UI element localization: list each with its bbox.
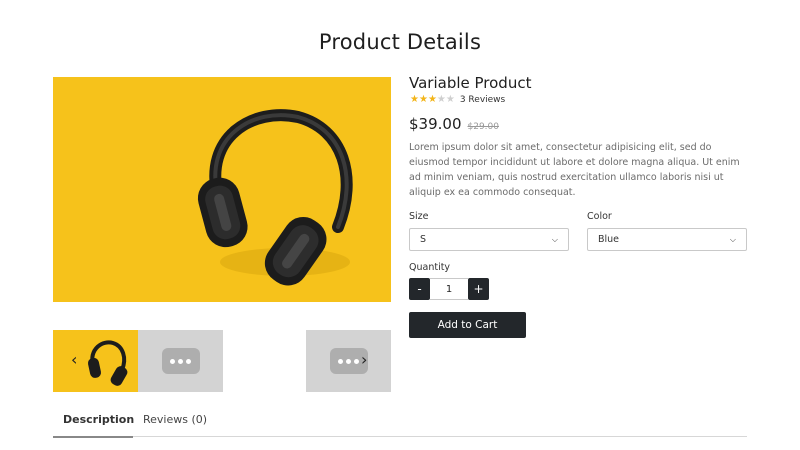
product-rating: ★ ★ ★ ★ ★ 3 Reviews	[410, 95, 505, 106]
tab-description[interactable]: Description	[63, 413, 134, 426]
add-to-cart-button[interactable]: Add to Cart	[409, 312, 526, 338]
product-name: Variable Product	[409, 74, 532, 92]
decrease-quantity-button[interactable]: -	[409, 278, 430, 300]
size-label: Size	[409, 211, 429, 222]
main-product-image[interactable]	[53, 77, 391, 302]
tab-reviews[interactable]: Reviews (0)	[143, 413, 207, 426]
thumbnail-headphones[interactable]: ‹	[53, 330, 138, 392]
product-tabs: Description Reviews (0)	[53, 405, 747, 438]
increase-quantity-button[interactable]: +	[468, 278, 489, 300]
active-tab-indicator	[53, 436, 133, 438]
star-icon: ★	[436, 94, 446, 105]
current-price: $39.00	[409, 115, 462, 133]
thumbnail-carousel: ‹ ›	[53, 330, 391, 392]
old-price: $29.00	[467, 122, 500, 132]
thumbnail-placeholder[interactable]	[138, 330, 223, 392]
star-icon: ★	[410, 94, 419, 105]
size-select[interactable]: S ⌵	[409, 228, 569, 251]
headphones-thumb-image	[53, 330, 138, 392]
headphones-image	[53, 77, 391, 302]
quantity-stepper: - 1 +	[409, 278, 489, 300]
page-title: Product Details	[318, 30, 482, 54]
carousel-prev-icon[interactable]: ‹	[71, 352, 77, 368]
quantity-label: Quantity	[409, 262, 451, 273]
thumbnail-placeholder[interactable]	[306, 330, 391, 392]
carousel-next-icon[interactable]: ›	[361, 352, 367, 368]
star-rating: ★ ★ ★ ★ ★	[410, 95, 455, 105]
chevron-down-icon: ⌵	[729, 234, 736, 244]
color-select-value: Blue	[598, 234, 620, 245]
price-row: $39.00 $29.00	[409, 115, 499, 133]
color-select[interactable]: Blue ⌵	[587, 228, 747, 251]
chevron-down-icon: ⌵	[551, 234, 558, 244]
quantity-input[interactable]: 1	[430, 278, 468, 300]
star-icon: ★	[418, 94, 428, 105]
star-icon: ★	[445, 94, 455, 105]
color-label: Color	[587, 211, 612, 222]
product-description: Lorem ipsum dolor sit amet, consectetur …	[409, 142, 740, 198]
more-icon	[161, 348, 200, 374]
size-select-value: S	[420, 234, 427, 245]
review-count-link[interactable]: 3 Reviews	[460, 95, 505, 105]
star-icon: ★	[427, 94, 437, 105]
